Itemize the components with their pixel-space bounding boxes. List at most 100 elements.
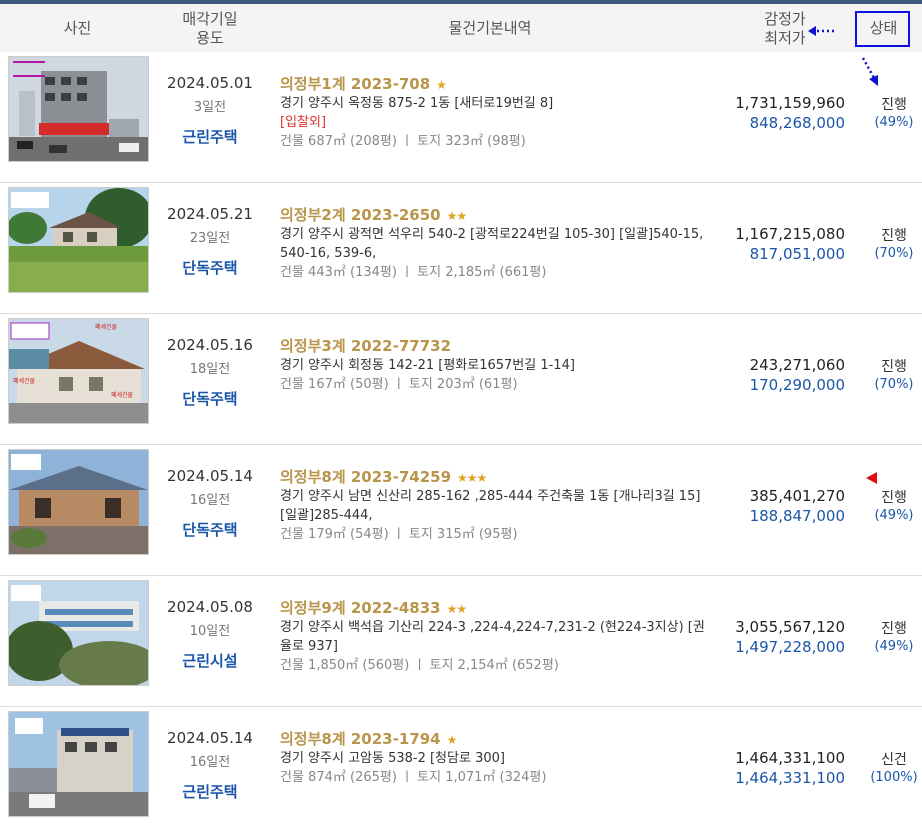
status-percent: (70%) — [874, 246, 914, 261]
header-date-line1: 매각기일 — [182, 10, 238, 28]
tag-label: [입찰외] — [280, 115, 327, 130]
case-number-link[interactable]: 의정부2계 2023-2650 ★★ — [280, 204, 467, 225]
days-left: 16일전 — [189, 755, 231, 770]
case-number: 의정부9계 2022-4833 — [280, 599, 441, 617]
photo-label-b: 폐세건물 — [13, 377, 36, 385]
status-percent: (70%) — [874, 377, 914, 392]
usage-type: 근린시설 — [182, 652, 238, 670]
area-info: 건물 443㎡ (134평) ㅣ 토지 2,185㎡ (661평) — [280, 265, 547, 280]
table-header: 사진 매각기일 용도 물건기본내역 감정가 최저가 상태 — [0, 4, 922, 52]
minimum-price: 1,464,331,100 — [735, 769, 845, 787]
address: 경기 양주시 고암동 538-2 [청담로 300] — [280, 751, 505, 766]
address: 경기 양주시 남면 신산리 285-162 ,285-444 주건축물 1동 [… — [280, 489, 701, 523]
case-number: 의정부2계 2023-2650 — [280, 206, 441, 224]
auction-row-2[interactable]: 2024.05.21 23일전 단독주택 의정부2계 2023-2650 ★★ 경… — [0, 183, 922, 314]
usage-type: 단독주택 — [182, 521, 238, 539]
address: 경기 양주시 회정동 142-21 [평화로1657번길 1-14] — [280, 358, 575, 373]
minimum-price: 1,497,228,000 — [735, 638, 845, 656]
days-left: 10일전 — [189, 624, 231, 639]
status-percent: (49%) — [874, 508, 914, 523]
auction-row-3[interactable]: 폐세건물 폐세건물 폐세건물 2024.05.16 18일전 단독주택 의정부3… — [0, 314, 922, 445]
area-info: 건물 179㎡ (54평) ㅣ 토지 315㎡ (95평) — [280, 527, 518, 542]
days-left: 18일전 — [189, 362, 231, 377]
appraisal-price: 243,271,060 — [749, 356, 845, 374]
days-left: 3일전 — [193, 100, 227, 115]
usage-type: 단독주택 — [182, 259, 238, 277]
auction-date: 2024.05.14 — [167, 467, 253, 485]
appraisal-price: 1,464,331,100 — [735, 749, 845, 767]
case-number: 의정부8계 2023-1794 — [280, 730, 441, 748]
case-number-link[interactable]: 의정부9계 2022-4833 ★★ — [280, 597, 467, 618]
status-text: 진행 — [881, 621, 907, 637]
auction-date: 2024.05.14 — [167, 729, 253, 747]
status-highlight-box — [855, 11, 910, 47]
address: 경기 양주시 백석읍 기산리 224-3 ,224-4,224-7,231-2 … — [280, 620, 705, 654]
star-icon: ★ — [446, 733, 458, 747]
appraisal-price: 1,167,215,080 — [735, 225, 845, 243]
minimum-price: 170,290,000 — [749, 376, 845, 394]
status-text: 진행 — [881, 359, 907, 375]
status-text: 진행 — [881, 490, 907, 506]
address: 경기 양주시 옥정동 875-2 1동 [새터로19번길 8] — [280, 96, 554, 111]
auction-date: 2024.05.16 — [167, 336, 253, 354]
case-number-link[interactable]: 의정부8계 2023-74259 ★★★ — [280, 466, 487, 487]
auction-row-5[interactable]: 2024.05.08 10일전 근린시설 의정부9계 2022-4833 ★★ 경… — [0, 576, 922, 707]
appraisal-price: 385,401,270 — [749, 487, 845, 505]
case-number-link[interactable]: 의정부3계 2022-77732 — [280, 335, 451, 356]
usage-type: 단독주택 — [182, 390, 238, 408]
status-text: 신건 — [881, 752, 907, 768]
header-info: 물건기본내역 — [448, 19, 532, 37]
property-photo[interactable] — [8, 187, 149, 293]
address-block: 경기 양주시 옥정동 875-2 1동 [새터로19번길 8] [입찰외] 건물… — [280, 94, 715, 151]
auction-row-1[interactable]: 2024.05.01 3일전 근린주택 의정부1계 2023-708 ★ 경기 양… — [0, 52, 922, 183]
property-photo[interactable]: 폐세건물 폐세건물 폐세건물 — [8, 318, 149, 424]
header-photo: 사진 — [63, 19, 92, 37]
star-icon: ★ — [436, 78, 447, 92]
address-block: 경기 양주시 남면 신산리 285-162 ,285-444 주건축물 1동 [… — [280, 487, 715, 544]
star-icon: ★★ — [446, 209, 467, 223]
case-number-link[interactable]: 의정부1계 2023-708 ★ — [280, 73, 447, 94]
appraisal-price: 3,055,567,120 — [735, 618, 845, 636]
star-icon: ★★ — [446, 602, 467, 616]
usage-type: 근린주택 — [182, 783, 238, 801]
red-triangle-icon — [866, 472, 877, 484]
property-photo[interactable] — [8, 711, 149, 817]
header-date-line2: 용도 — [196, 29, 224, 47]
case-number: 의정부8계 2023-74259 — [280, 468, 452, 486]
address-block: 경기 양주시 회정동 142-21 [평화로1657번길 1-14] 건물 16… — [280, 356, 715, 394]
auction-date: 2024.05.08 — [167, 598, 253, 616]
status-percent: (49%) — [874, 115, 914, 130]
minimum-price: 817,051,000 — [749, 245, 845, 263]
auction-row-4[interactable]: 2024.05.14 16일전 단독주택 의정부8계 2023-74259 ★★★… — [0, 445, 922, 576]
area-info: 건물 167㎡ (50평) ㅣ 토지 203㎡ (61평) — [280, 377, 518, 392]
auction-date: 2024.05.01 — [167, 74, 253, 92]
address-block: 경기 양주시 고암동 538-2 [청담로 300] 건물 874㎡ (265평… — [280, 749, 715, 787]
minimum-price: 188,847,000 — [749, 507, 845, 525]
minimum-price: 848,268,000 — [749, 114, 845, 132]
property-photo[interactable] — [8, 449, 149, 555]
photo-label-c: 폐세건물 — [111, 391, 134, 399]
address-block: 경기 양주시 백석읍 기산리 224-3 ,224-4,224-7,231-2 … — [280, 618, 715, 675]
auction-date: 2024.05.21 — [167, 205, 253, 223]
case-number-link[interactable]: 의정부8계 2023-1794 ★ — [280, 728, 458, 749]
property-photo[interactable] — [8, 56, 149, 162]
case-number: 의정부3계 2022-77732 — [280, 337, 452, 355]
usage-type: 근린주택 — [182, 128, 238, 146]
case-number: 의정부1계 2023-708 — [280, 75, 431, 93]
header-date: 매각기일 용도 — [155, 10, 265, 48]
days-left: 23일전 — [189, 231, 231, 246]
property-photo[interactable] — [8, 580, 149, 686]
star-icon: ★★★ — [457, 471, 487, 485]
dotted-arrow-left-icon — [808, 26, 834, 36]
area-info: 건물 874㎡ (265평) ㅣ 토지 1,071㎡ (324평) — [280, 770, 547, 785]
area-info: 건물 1,850㎡ (560평) ㅣ 토지 2,154㎡ (652평) — [280, 658, 559, 673]
auction-row-6[interactable]: 2024.05.14 16일전 근린주택 의정부8계 2023-1794 ★ 경기… — [0, 707, 922, 837]
photo-label-a: 폐세건물 — [95, 323, 118, 331]
status-text: 진행 — [881, 228, 907, 244]
status-percent: (49%) — [874, 639, 914, 654]
appraisal-price: 1,731,159,960 — [735, 94, 845, 112]
address-block: 경기 양주시 광적면 석우리 540-2 [광적로224번길 105-30] [… — [280, 225, 715, 282]
days-left: 16일전 — [189, 493, 231, 508]
address: 경기 양주시 광적면 석우리 540-2 [광적로224번길 105-30] [… — [280, 227, 704, 261]
status-text: 진행 — [881, 97, 907, 113]
